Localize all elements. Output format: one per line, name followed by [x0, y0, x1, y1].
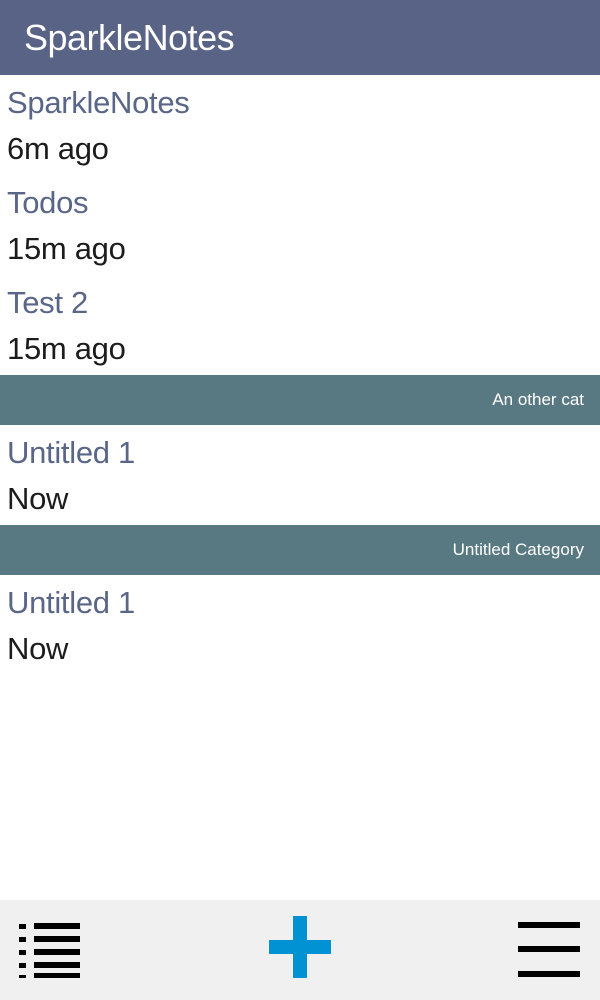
menu-button[interactable] — [500, 900, 600, 1000]
note-item[interactable]: Test 2 15m ago — [0, 275, 600, 375]
app-titlebar: SparkleNotes — [0, 0, 600, 75]
note-item[interactable]: SparkleNotes 6m ago — [0, 75, 600, 175]
notes-list: SparkleNotes 6m ago Todos 15m ago Test 2… — [0, 75, 600, 675]
note-title: Todos — [7, 185, 89, 220]
plus-icon — [269, 916, 331, 978]
hamburger-menu-icon — [518, 922, 580, 977]
category-header[interactable]: An other cat — [0, 375, 600, 425]
note-item[interactable]: Untitled 1 Now — [0, 575, 600, 675]
note-title: Untitled 1 — [7, 585, 135, 620]
note-item[interactable]: Todos 15m ago — [0, 175, 600, 275]
note-timestamp: 6m ago — [7, 131, 109, 166]
note-timestamp: Now — [7, 631, 69, 666]
note-timestamp: Now — [7, 481, 69, 516]
note-timestamp: 15m ago — [7, 231, 126, 266]
note-title: SparkleNotes — [7, 85, 190, 120]
category-name: Untitled Category — [452, 540, 584, 559]
note-timestamp: 15m ago — [7, 331, 126, 366]
bottom-toolbar — [0, 900, 600, 1000]
add-note-button[interactable] — [250, 900, 350, 1000]
list-view-button[interactable] — [0, 900, 100, 1000]
note-title: Untitled 1 — [7, 435, 135, 470]
note-title: Test 2 — [7, 285, 88, 320]
note-item[interactable]: Untitled 1 Now — [0, 425, 600, 525]
bulleted-list-icon — [19, 923, 80, 978]
category-header[interactable]: Untitled Category — [0, 525, 600, 575]
category-name: An other cat — [492, 390, 584, 409]
app-title: SparkleNotes — [24, 16, 235, 58]
